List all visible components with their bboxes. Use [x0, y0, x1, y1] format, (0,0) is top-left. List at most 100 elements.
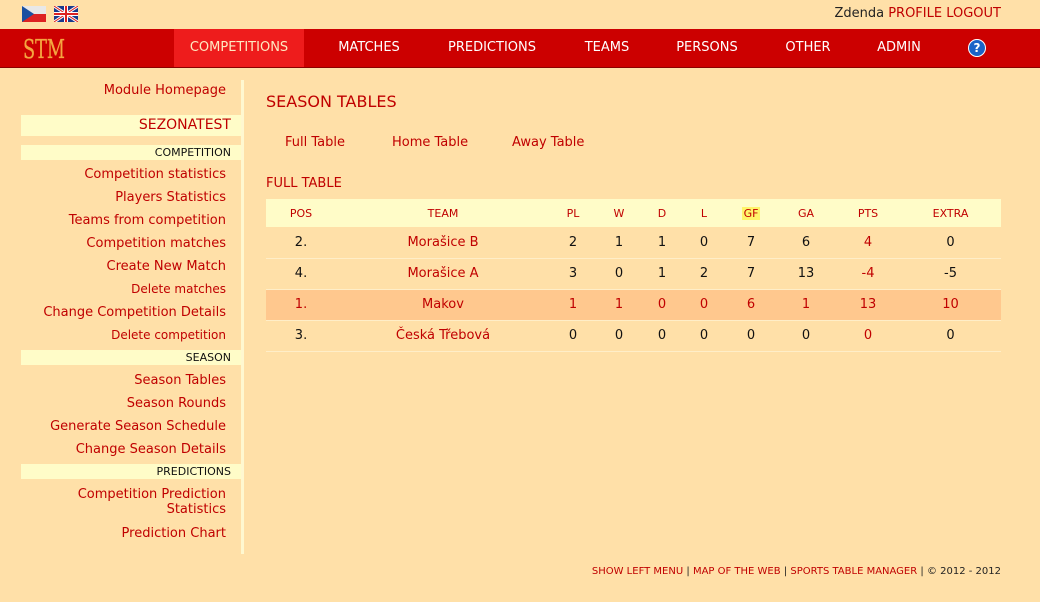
cell-l: 0	[682, 289, 726, 321]
username: Zdenda	[834, 6, 885, 21]
col-extra[interactable]: EXTRA	[900, 199, 1001, 227]
cell-team-link[interactable]: Morašice B	[336, 227, 550, 259]
cell-extra: 10	[900, 289, 1001, 321]
user-box: Zdenda PROFILE LOGOUT	[834, 6, 1001, 21]
season-section-header: SEASON	[21, 350, 241, 365]
cell-w: 1	[596, 289, 642, 321]
table-header-row: POS TEAM PL W D L GF GA PTS EXTRA	[266, 199, 1001, 227]
cell-w: 1	[596, 227, 642, 259]
cell-pos: 2.	[266, 227, 336, 259]
nav-admin[interactable]: ADMIN	[866, 29, 932, 67]
cell-extra: 0	[900, 227, 1001, 259]
tab-full-table[interactable]: Full Table	[285, 135, 345, 150]
cell-pos: 4.	[266, 258, 336, 290]
cell-pts: 4	[836, 227, 900, 259]
link-season-rounds[interactable]: Season Rounds	[127, 396, 226, 411]
cell-pl: 3	[550, 258, 596, 290]
link-competition-prediction-statistics[interactable]: Competition Prediction Statistics	[78, 487, 226, 517]
col-pos[interactable]: POS	[266, 199, 336, 227]
cell-d: 0	[642, 320, 682, 352]
czech-flag-icon[interactable]	[22, 6, 46, 22]
cell-gf: 7	[726, 227, 776, 259]
cell-ga: 13	[776, 258, 836, 290]
cell-pl: 0	[550, 320, 596, 352]
link-teams-from-competition[interactable]: Teams from competition	[69, 213, 226, 228]
footer-sports-table-manager[interactable]: SPORTS TABLE MANAGER	[790, 566, 917, 577]
table-row: 2. Morašice B 2 1 1 0 7 6 4 0	[266, 227, 1001, 259]
profile-link[interactable]: PROFILE	[888, 6, 942, 21]
nav-other[interactable]: OTHER	[776, 29, 840, 67]
cell-extra: -5	[900, 258, 1001, 290]
nav-competitions[interactable]: COMPETITIONS	[174, 29, 304, 67]
cell-d: 1	[642, 258, 682, 290]
table-row: 3. Česká Třebová 0 0 0 0 0 0 0 0	[266, 320, 1001, 352]
top-bar: Zdenda PROFILE LOGOUT	[0, 0, 1040, 28]
link-generate-season-schedule[interactable]: Generate Season Schedule	[50, 419, 226, 434]
predictions-section-header: PREDICTIONS	[21, 464, 241, 479]
link-delete-matches[interactable]: Delete matches	[131, 282, 226, 296]
nav-predictions[interactable]: PREDICTIONS	[436, 29, 548, 67]
cell-team-link[interactable]: Morašice A	[336, 258, 550, 290]
footer: SHOW LEFT MENU | MAP OF THE WEB | SPORTS…	[592, 566, 1001, 577]
col-team[interactable]: TEAM	[336, 199, 550, 227]
cell-l: 2	[682, 258, 726, 290]
help-icon[interactable]: ?	[968, 39, 986, 57]
tab-away-table[interactable]: Away Table	[512, 135, 584, 150]
cell-d: 1	[642, 227, 682, 259]
cell-pts: -4	[836, 258, 900, 290]
cell-l: 0	[682, 320, 726, 352]
tab-home-table[interactable]: Home Table	[392, 135, 468, 150]
stm-logo[interactable]: STM	[21, 32, 67, 64]
table-row: 4. Morašice A 3 0 1 2 7 13 -4 -5	[266, 258, 1001, 290]
cell-ga: 1	[776, 289, 836, 321]
english-flag-icon[interactable]	[54, 6, 78, 22]
cell-pts: 13	[836, 289, 900, 321]
nav-matches[interactable]: MATCHES	[320, 29, 418, 67]
col-d[interactable]: D	[642, 199, 682, 227]
link-create-new-match[interactable]: Create New Match	[107, 259, 226, 274]
col-pts[interactable]: PTS	[836, 199, 900, 227]
logout-link[interactable]: LOGOUT	[946, 6, 1001, 21]
link-module-homepage[interactable]: Module Homepage	[104, 83, 226, 98]
link-season-tables[interactable]: Season Tables	[134, 373, 226, 388]
cell-w: 0	[596, 320, 642, 352]
main-nav: STM COMPETITIONS MATCHES PREDICTIONS TEA…	[0, 29, 1040, 68]
link-competition-matches[interactable]: Competition matches	[86, 236, 226, 251]
cell-pts: 0	[836, 320, 900, 352]
col-w[interactable]: W	[596, 199, 642, 227]
cell-w: 0	[596, 258, 642, 290]
page-title: SEASON TABLES	[266, 92, 397, 111]
section-title: FULL TABLE	[266, 176, 342, 191]
link-players-statistics[interactable]: Players Statistics	[115, 190, 226, 205]
svg-text:STM: STM	[23, 35, 65, 64]
cell-pos: 3.	[266, 320, 336, 352]
cell-d: 0	[642, 289, 682, 321]
left-menu: Module Homepage SEZONATEST COMPETITION C…	[0, 80, 244, 554]
col-gf-label: GF	[741, 206, 761, 220]
link-competition-statistics[interactable]: Competition statistics	[84, 167, 226, 182]
footer-separator: |	[686, 566, 690, 577]
table-row-highlighted: 1. Makov 1 1 0 0 6 1 13 10	[266, 289, 1001, 321]
link-change-season-details[interactable]: Change Season Details	[76, 442, 226, 457]
footer-separator: |	[920, 566, 924, 577]
standings-table: POS TEAM PL W D L GF GA PTS EXTRA 2. Mor…	[266, 199, 1001, 352]
competition-section-header: COMPETITION	[21, 145, 241, 160]
col-pl[interactable]: PL	[550, 199, 596, 227]
footer-show-left-menu[interactable]: SHOW LEFT MENU	[592, 566, 683, 577]
cell-ga: 0	[776, 320, 836, 352]
link-delete-competition[interactable]: Delete competition	[111, 328, 226, 342]
col-ga[interactable]: GA	[776, 199, 836, 227]
link-prediction-chart[interactable]: Prediction Chart	[122, 526, 226, 541]
cell-gf: 0	[726, 320, 776, 352]
nav-teams[interactable]: TEAMS	[570, 29, 644, 67]
link-change-competition-details[interactable]: Change Competition Details	[43, 305, 226, 320]
footer-map-of-web[interactable]: MAP OF THE WEB	[693, 566, 781, 577]
cell-team-link[interactable]: Česká Třebová	[336, 320, 550, 352]
cell-gf: 7	[726, 258, 776, 290]
link-competition-prediction-line2: Statistics	[166, 502, 226, 517]
col-gf[interactable]: GF	[726, 199, 776, 227]
nav-persons[interactable]: PERSONS	[666, 29, 748, 67]
col-l[interactable]: L	[682, 199, 726, 227]
link-competition-prediction-line1: Competition Prediction	[77, 487, 226, 502]
cell-team-link[interactable]: Makov	[336, 289, 550, 321]
